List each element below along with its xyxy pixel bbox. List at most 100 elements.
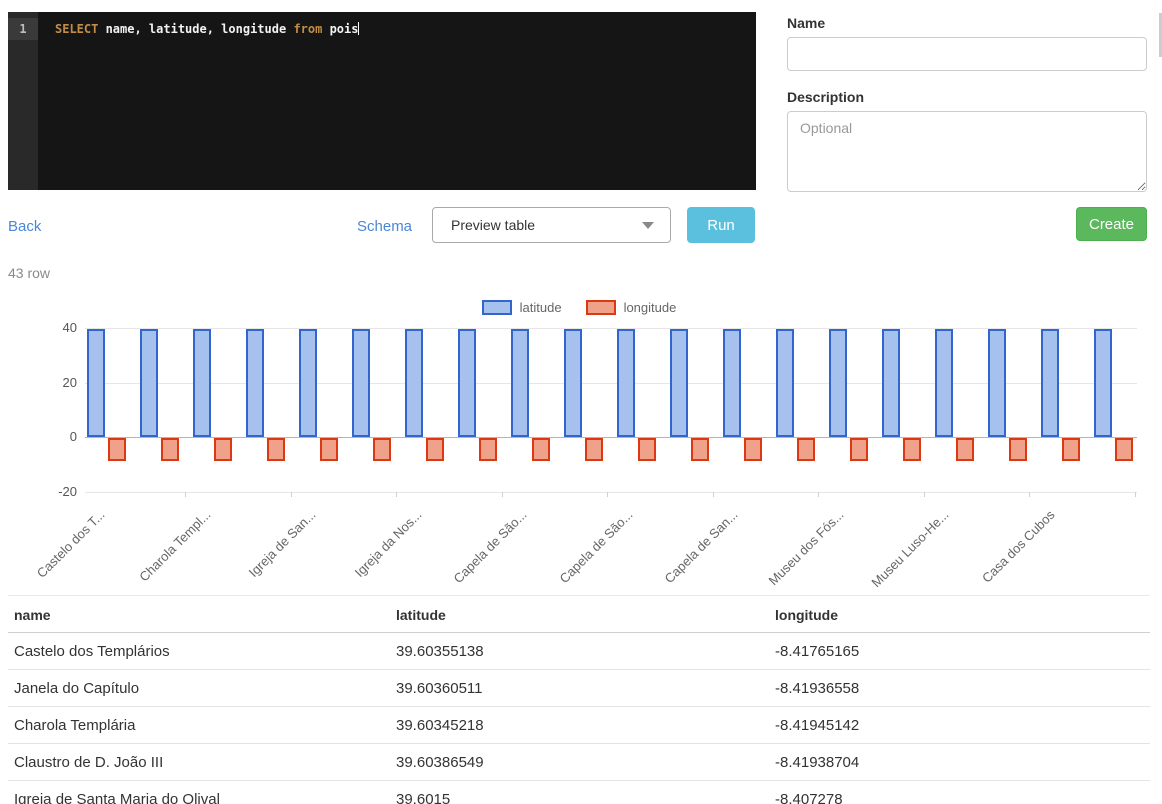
legend-swatch-longitude xyxy=(585,300,616,315)
x-axis-tick xyxy=(1134,492,1136,497)
bar-longitude[interactable] xyxy=(956,438,974,461)
description-textarea[interactable] xyxy=(787,111,1147,192)
run-button[interactable]: Run xyxy=(687,207,755,243)
column-header-name: name xyxy=(8,596,396,633)
bar-longitude[interactable] xyxy=(638,438,656,461)
x-axis-tick xyxy=(396,492,397,497)
preview-table-select[interactable]: Preview table xyxy=(432,207,671,243)
editor-line-number: 1 xyxy=(8,18,38,40)
preview-table-select-value: Preview table xyxy=(451,217,536,233)
y-axis-label-20: 20 xyxy=(62,374,77,390)
x-axis-tick xyxy=(923,492,925,497)
bar-longitude[interactable] xyxy=(373,438,391,461)
bar-longitude[interactable] xyxy=(426,438,444,461)
x-axis-tick xyxy=(185,492,186,497)
bar-latitude[interactable] xyxy=(670,329,688,437)
legend-swatch-latitude xyxy=(481,300,512,315)
bar-latitude[interactable] xyxy=(723,329,741,437)
description-label: Description xyxy=(787,89,865,105)
y-axis-label-40: 40 xyxy=(62,320,77,335)
table-cell: 39.6015 xyxy=(396,780,775,804)
legend-item-latitude: latitude xyxy=(481,300,562,315)
table-cell: 39.60360511 xyxy=(396,669,775,707)
legend-item-longitude: longitude xyxy=(585,300,677,315)
table-row: Castelo dos Templários 39.60355138 -8.4176… xyxy=(8,632,1150,670)
bar-latitude[interactable] xyxy=(87,329,105,437)
code-token-keyword: SELECT xyxy=(55,22,99,36)
bar-latitude[interactable] xyxy=(564,329,582,437)
table-cell: Charola Templária xyxy=(8,706,396,744)
result-table: name latitude longitude Castelo dos Templá… xyxy=(8,595,1150,804)
x-axis-tick xyxy=(712,492,714,497)
bar-longitude[interactable] xyxy=(1062,438,1080,461)
bar-longitude[interactable] xyxy=(903,438,921,461)
x-axis-tick xyxy=(607,492,608,497)
chevron-down-icon xyxy=(642,221,654,229)
bar-latitude[interactable] xyxy=(352,329,370,437)
bar-longitude[interactable] xyxy=(320,438,338,461)
x-axis-tick xyxy=(290,492,292,497)
table-row: Igreja de Santa Maria do Olival 39.6015 -8… xyxy=(8,780,1150,804)
bar-latitude[interactable] xyxy=(1041,329,1059,437)
column-header-latitude: latitude xyxy=(396,596,775,633)
bar-latitude[interactable] xyxy=(405,329,423,437)
bar-latitude[interactable] xyxy=(882,329,900,437)
bar-longitude[interactable] xyxy=(850,438,868,461)
bar-longitude[interactable] xyxy=(479,438,497,461)
legend-label: longitude xyxy=(623,300,677,315)
bar-longitude[interactable] xyxy=(161,438,179,461)
table-cell: 39.60345218 xyxy=(396,706,775,744)
bar-longitude[interactable] xyxy=(532,438,550,461)
gridline--20 xyxy=(85,491,1137,493)
bar-longitude[interactable] xyxy=(1009,438,1027,461)
table-cell: Igreja de Santa Maria do Olival xyxy=(8,780,396,804)
bar-latitude[interactable] xyxy=(935,329,953,437)
text-cursor xyxy=(358,22,360,35)
bar-latitude[interactable] xyxy=(193,329,211,437)
bar-latitude[interactable] xyxy=(776,329,794,437)
table-cell: -8.407278 xyxy=(775,780,1150,804)
bar-latitude[interactable] xyxy=(511,329,529,437)
gridline-0 xyxy=(85,437,1137,438)
bar-latitude[interactable] xyxy=(458,329,476,437)
bar-latitude[interactable] xyxy=(988,329,1006,437)
bar-longitude[interactable] xyxy=(797,438,815,461)
bar-longitude[interactable] xyxy=(585,438,603,461)
back-link[interactable]: Back xyxy=(8,218,41,235)
bar-latitude[interactable] xyxy=(617,329,635,437)
table-row: Charola Templária 39.60345218 -8.41945142 xyxy=(8,706,1150,744)
table-cell: -8.41945142 xyxy=(775,706,1150,744)
bar-chart: latitude longitude 40 20 0 -20 Castelo dos T.… xyxy=(8,295,1150,590)
create-button[interactable]: Create xyxy=(1076,207,1147,241)
gridline-40 xyxy=(85,328,1137,329)
x-axis-tick xyxy=(501,492,503,497)
name-label: Name xyxy=(787,15,826,31)
code-line[interactable]: SELECT name, latitude, longitude from po… xyxy=(55,18,360,40)
schema-link[interactable]: Schema xyxy=(357,218,412,235)
name-input[interactable] xyxy=(787,37,1147,71)
bar-latitude[interactable] xyxy=(1094,329,1112,437)
table-cell: 39.60355138 xyxy=(396,632,775,670)
bar-latitude[interactable] xyxy=(829,329,847,437)
bar-latitude[interactable] xyxy=(246,329,264,437)
code-token-plain: name, latitude, longitude xyxy=(98,22,294,36)
x-axis-tick xyxy=(1029,492,1030,497)
x-axis-tick xyxy=(818,492,819,497)
column-header-longitude: longitude xyxy=(775,596,1150,633)
legend-label: latitude xyxy=(519,300,562,315)
table-cell: Claustro de D. João III xyxy=(8,743,396,781)
bar-latitude[interactable] xyxy=(140,329,158,437)
sql-editor[interactable]: 1 SELECT name, latitude, longitude from … xyxy=(8,12,756,190)
bar-longitude[interactable] xyxy=(1115,438,1133,461)
bar-longitude[interactable] xyxy=(267,438,285,461)
bar-longitude[interactable] xyxy=(214,438,232,461)
bar-latitude[interactable] xyxy=(299,329,317,437)
table-row: Janela do Capítulo 39.60360511 -8.41936558 xyxy=(8,669,1150,707)
bar-longitude[interactable] xyxy=(691,438,709,461)
table-row: Claustro de D. João III 39.60386549 -8.419… xyxy=(8,743,1150,781)
table-header-row: name latitude longitude xyxy=(8,596,1150,633)
bar-longitude[interactable] xyxy=(744,438,762,461)
code-token-keyword: from xyxy=(293,22,323,36)
bar-longitude[interactable] xyxy=(108,438,126,461)
chart-legend: latitude longitude xyxy=(8,300,1150,315)
